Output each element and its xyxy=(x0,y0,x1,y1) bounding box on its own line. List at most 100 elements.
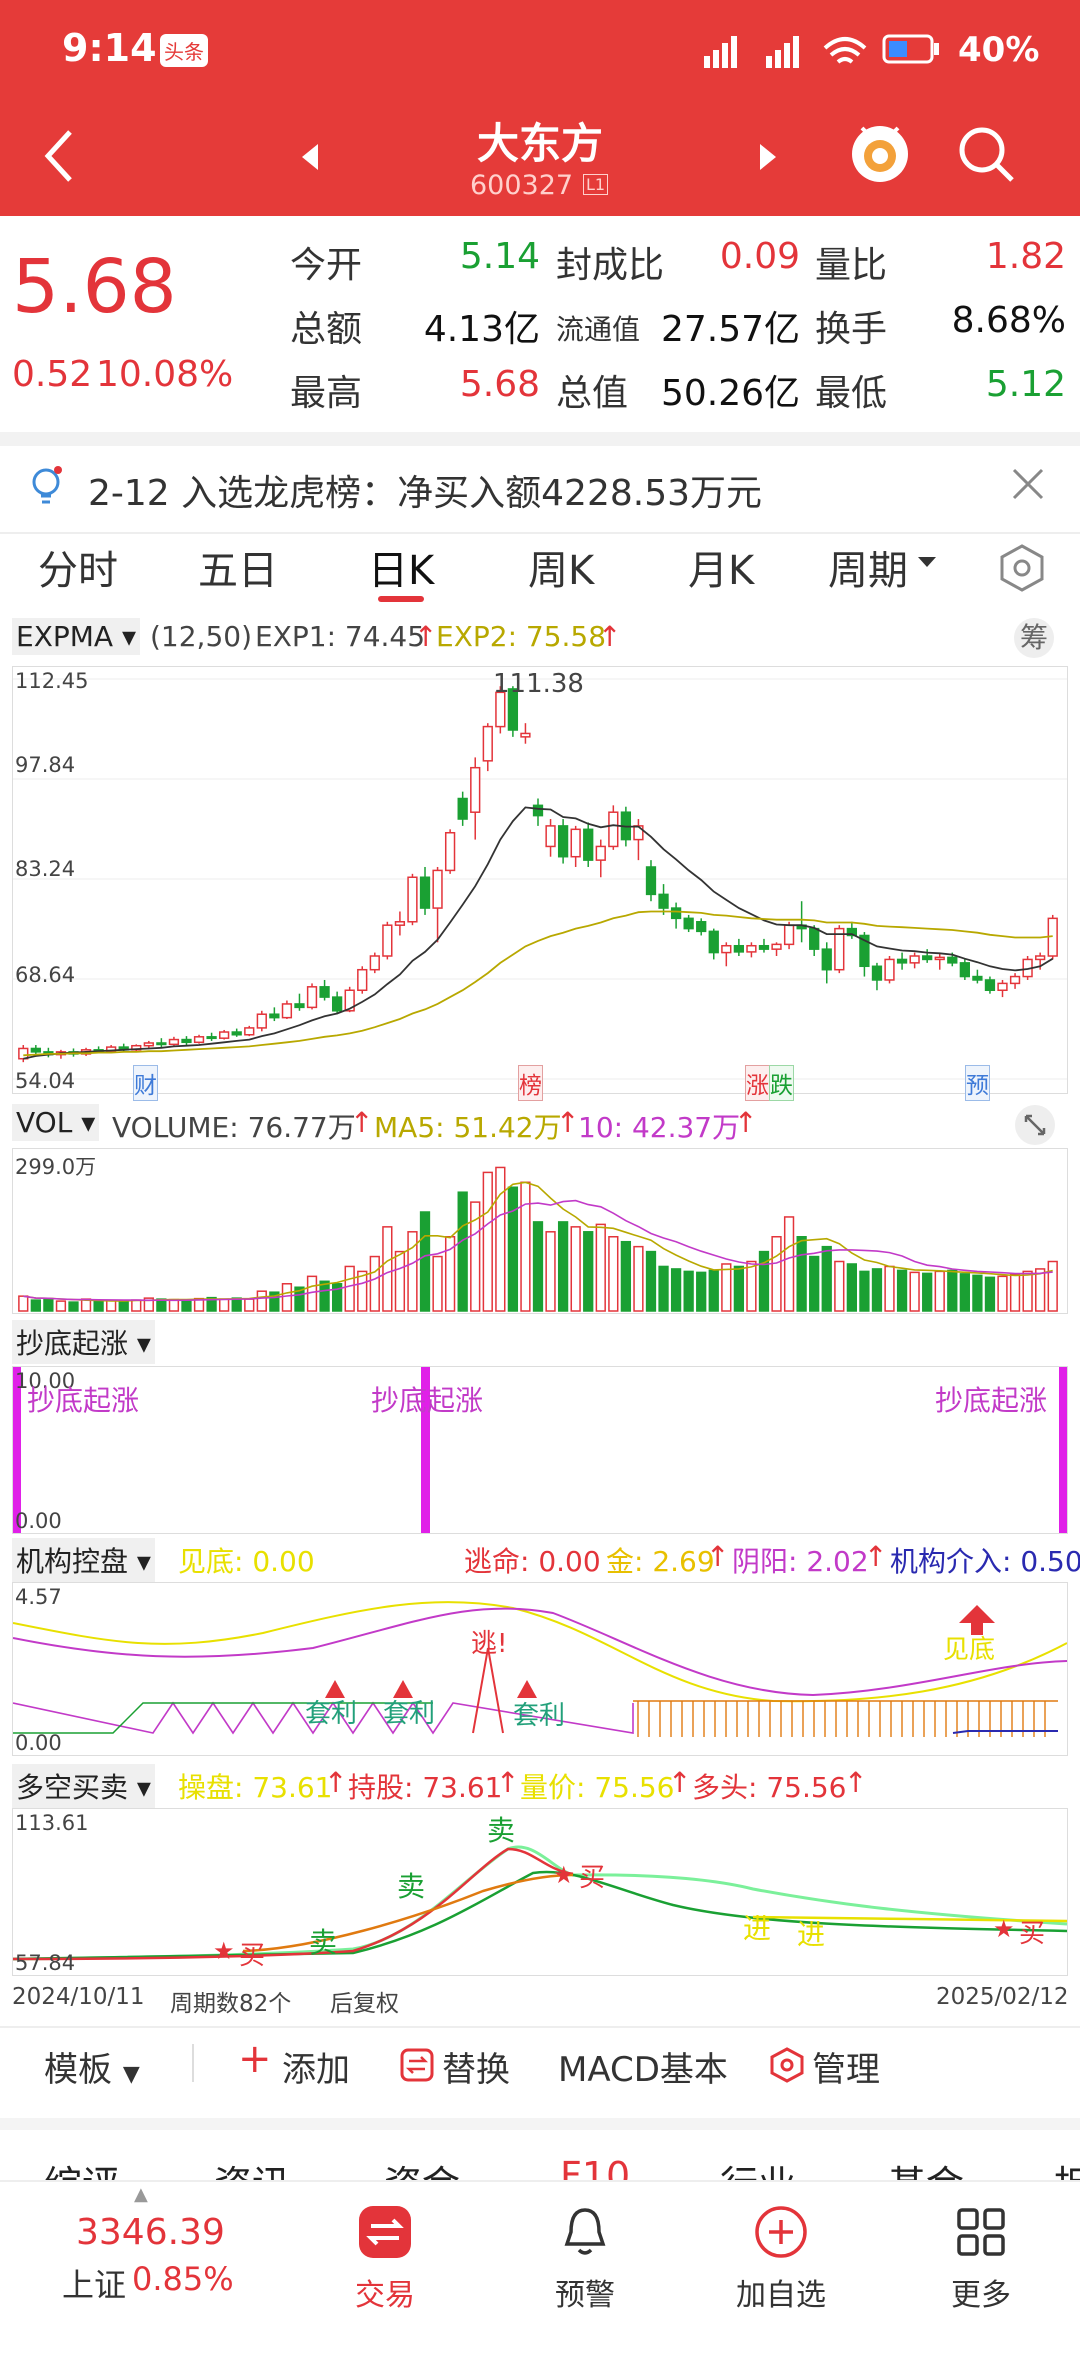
candle-body xyxy=(256,1013,267,1029)
quote-label: 量比 xyxy=(815,245,888,286)
star-icon: ★ xyxy=(553,1861,575,1889)
longshort-select[interactable]: 多空买卖 ▾ xyxy=(12,1764,155,1808)
period-dropdown-icon[interactable] xyxy=(916,554,938,570)
candle-body xyxy=(457,797,468,820)
volume-bar xyxy=(834,1260,845,1312)
quote-value: 1.82 xyxy=(985,236,1066,277)
tab-period[interactable]: 周期 xyxy=(828,538,908,596)
nav-trade[interactable]: 交易 xyxy=(300,2202,470,2314)
nav-alert[interactable]: 预警 xyxy=(500,2202,670,2314)
candle-body xyxy=(570,828,581,858)
search-icon[interactable] xyxy=(954,122,1018,186)
close-icon[interactable] xyxy=(1008,464,1048,504)
vol-y-top: 299.0万 xyxy=(15,1155,97,1179)
status-time: 9:14 xyxy=(62,26,157,70)
marker-forecast[interactable]: 预 xyxy=(965,1065,990,1101)
tab-five-day[interactable]: 五日 xyxy=(198,538,278,596)
tab-monthly-k[interactable]: 月K xyxy=(688,538,754,596)
marker-limit-up[interactable]: 涨 xyxy=(745,1065,770,1101)
longshort-chart[interactable]: 113.61 57.84 卖 卖 卖 进 进 买 买 买 ★ ★ ★ xyxy=(12,1808,1068,1976)
macd-basic-button[interactable]: MACD基本 xyxy=(558,2042,728,2091)
candle-body xyxy=(168,1038,180,1046)
bottom-rise-chart[interactable]: 10.00 0.00 抄底起涨 抄底起涨 抄底起涨 xyxy=(12,1366,1068,1534)
candle-body xyxy=(432,869,443,909)
candle-body xyxy=(143,1042,154,1047)
nav-add-watchlist[interactable]: 加自选 xyxy=(696,2202,866,2314)
star-icon: ★ xyxy=(213,1937,235,1965)
marker-limit-down[interactable]: 跌 xyxy=(769,1065,794,1101)
bottom-rise-name: 抄底起涨 xyxy=(16,1327,129,1360)
status-bar: 9:14 头条 40% xyxy=(0,0,1080,100)
y-label-bottom: 54.04 xyxy=(15,1069,76,1093)
volume-bar xyxy=(771,1236,782,1312)
candle-body xyxy=(419,876,431,909)
volume-bar xyxy=(972,1274,983,1312)
mascot-icon[interactable] xyxy=(848,114,912,194)
settings-hex-icon[interactable] xyxy=(996,542,1048,594)
chips-button[interactable]: 筹 xyxy=(1014,618,1054,658)
price-change-pct: 10.08% xyxy=(96,354,234,395)
index-value[interactable]: 3346.39 xyxy=(76,2212,225,2253)
volume-bar xyxy=(959,1273,970,1312)
collapse-caret-icon[interactable]: ▲ xyxy=(134,2184,148,2205)
candle-body xyxy=(909,955,920,964)
candle-body xyxy=(181,1038,192,1044)
volume-bar xyxy=(733,1265,745,1312)
escape-spike xyxy=(472,1647,504,1734)
candle-body xyxy=(934,956,945,961)
candle-body xyxy=(269,1013,280,1019)
marker-dragon-tiger[interactable]: 榜 xyxy=(518,1065,543,1101)
caopan-up-arrow-icon: ↑ xyxy=(324,1766,348,1799)
candle-body xyxy=(972,975,983,981)
inst-control-chart[interactable]: 4.57 0.00 套利 套利 逃! 套利 见底 xyxy=(12,1582,1068,1756)
expma-indicator-select[interactable]: EXPMA ▾ xyxy=(12,618,141,655)
quote-panel: 5.68 0.52 10.08% 今开 5.14 封成比 0.09 量比 1.82 总额 4.… xyxy=(0,216,1080,426)
candle-body xyxy=(809,927,820,950)
volume-bar xyxy=(984,1276,996,1312)
candle-body xyxy=(294,1003,305,1009)
arbitrage-label: 套利 xyxy=(305,1699,358,1729)
volume-bar xyxy=(595,1223,606,1312)
volume-bar xyxy=(670,1268,682,1312)
candle-body xyxy=(331,996,343,1012)
arbitrage-label: 套利 xyxy=(383,1699,436,1729)
nav-more[interactable]: 更多 xyxy=(896,2202,1066,2314)
kline-chart-area[interactable]: 112.45 97.84 83.24 68.64 54.04 111.38 财 … xyxy=(12,666,1068,1101)
quote-label: 最高 xyxy=(290,373,363,414)
date-range-bar: 2024/10/11 周期数82个 后复权 2025/02/12 xyxy=(0,1984,1080,2018)
y-label-2: 97.84 xyxy=(15,753,76,777)
date-start: 2024/10/11 xyxy=(12,1984,145,2010)
candle-body xyxy=(771,943,782,950)
dk-chigu: 持股: 73.61 xyxy=(348,1771,503,1804)
marker-finance[interactable]: 财 xyxy=(133,1065,158,1101)
vol-indicator-select[interactable]: VOL ▾ xyxy=(12,1104,100,1141)
inst-control-select[interactable]: 机构控盘 ▾ xyxy=(12,1538,155,1582)
volume-up-arrow-icon: ↑ xyxy=(350,1106,374,1139)
exp2-up-arrow-icon: ↑ xyxy=(598,620,622,653)
dk-liangjia: 量价: 75.56 xyxy=(520,1771,675,1804)
volume-bar xyxy=(281,1283,293,1312)
inst-y-bottom: 0.00 xyxy=(15,1731,62,1755)
tab-intraday[interactable]: 分时 xyxy=(38,538,118,596)
add-indicator-button[interactable]: 添加 xyxy=(282,2042,350,2091)
tab-daily-k[interactable]: 日K xyxy=(368,538,434,596)
notice-bar[interactable]: 2-12 入选龙虎榜：净买入额4228.53万元 xyxy=(0,432,1080,534)
bell-icon xyxy=(564,2208,606,2255)
volume-chart-area[interactable]: 299.0万 xyxy=(12,1148,1068,1314)
trade-icon xyxy=(359,2206,411,2258)
bulb-icon xyxy=(32,466,62,504)
candle-body xyxy=(721,944,732,954)
next-stock-icon[interactable] xyxy=(756,140,780,174)
y-label-3: 83.24 xyxy=(15,857,76,881)
template-button[interactable]: 模板 ▼ xyxy=(44,2042,140,2091)
manage-button[interactable]: 管理 xyxy=(812,2042,880,2091)
inst-entry-line xyxy=(952,1730,1058,1734)
candle-body xyxy=(407,876,418,923)
replace-indicator-button[interactable]: 替换 xyxy=(442,2042,510,2091)
volume-bar xyxy=(896,1269,908,1312)
tab-weekly-k[interactable]: 周K xyxy=(528,538,594,596)
bottom-rise-select[interactable]: 抄底起涨 ▾ xyxy=(12,1320,155,1364)
yinyang-line xyxy=(12,1607,1068,1697)
expand-icon[interactable] xyxy=(1014,1104,1056,1146)
candle-body xyxy=(219,1031,230,1039)
